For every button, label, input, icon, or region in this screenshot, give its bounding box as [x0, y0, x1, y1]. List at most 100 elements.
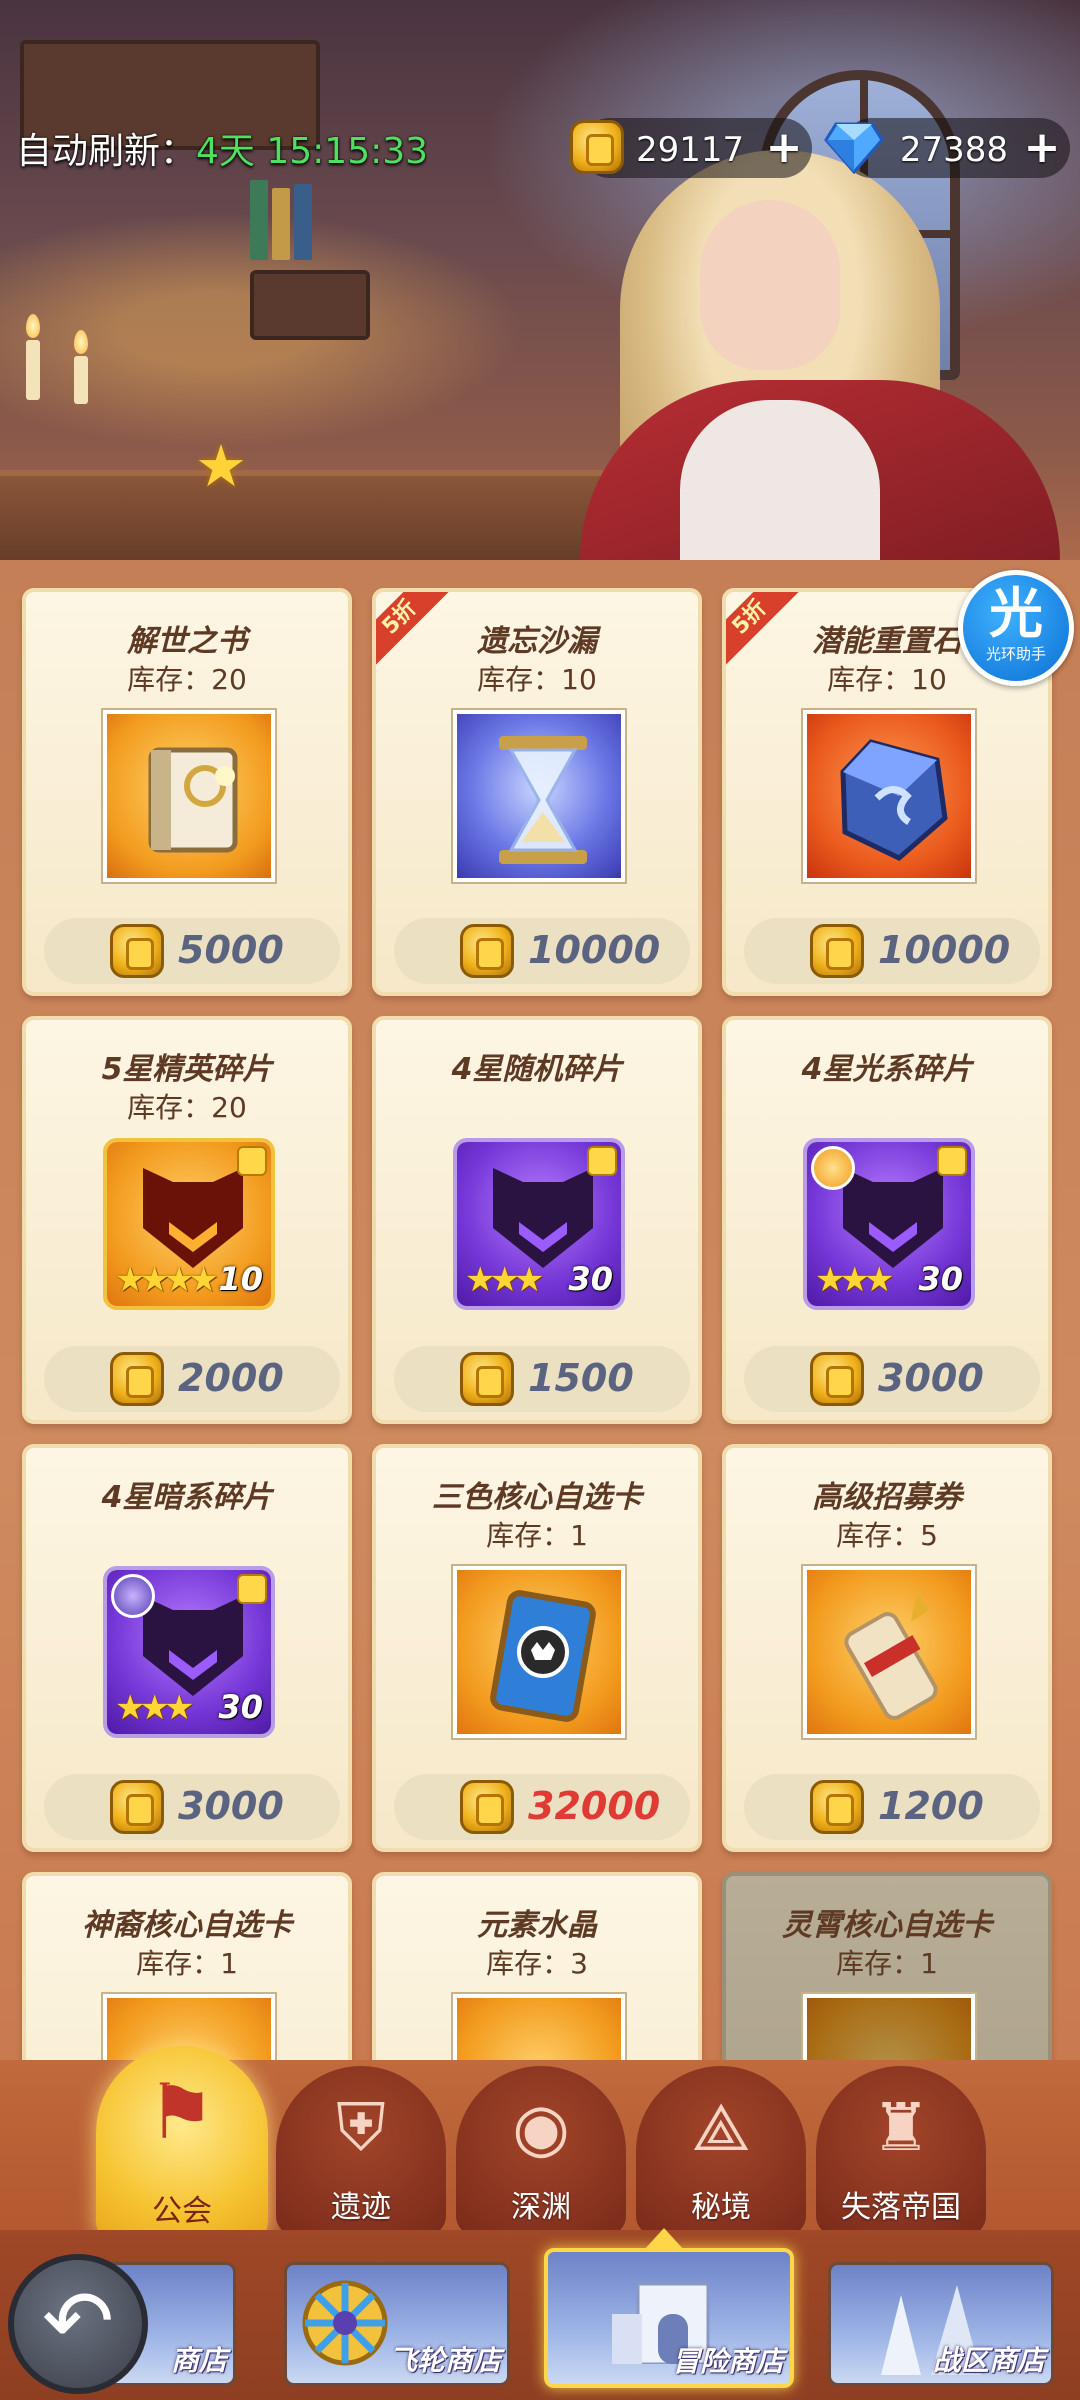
tab-label: 失落帝国 — [841, 2190, 961, 2225]
item-name: 灵霄核心自选卡 — [782, 1908, 992, 1943]
price-button[interactable]: 2000 — [44, 1346, 340, 1412]
price-button[interactable]: 1200 — [744, 1774, 1040, 1840]
add-gem-button[interactable]: + — [1022, 126, 1062, 170]
book-icon — [103, 710, 275, 882]
item-stock: 库存：3 — [486, 1947, 588, 1980]
shop-item-card[interactable]: 4星光系碎片 ★★★ 30 3000 — [722, 1016, 1052, 1424]
item-stock: 库存：1 — [486, 1519, 588, 1552]
gold-coin-icon — [110, 1352, 164, 1406]
item-price: 10000 — [878, 928, 1011, 972]
abyss-eye-icon: ◉ — [512, 2089, 570, 2166]
tab-relic[interactable]: ⛨ 遗迹 — [276, 2066, 446, 2236]
gem-amount: 27388 — [899, 130, 1008, 170]
shop-item-card[interactable]: 5星精英碎片 库存：20 ★★★★ 10 2000 — [22, 1016, 352, 1424]
shop-label: 飞轮商店 — [388, 2344, 501, 2377]
tab-guild[interactable]: ⚑ 公会 — [96, 2046, 268, 2242]
back-arrow-icon: ↶ — [41, 2272, 115, 2372]
warzone-shop-button[interactable]: 战区商店 — [828, 2262, 1054, 2386]
price-button[interactable]: 5000 — [44, 918, 340, 984]
shard-count: 30 — [568, 1260, 613, 1298]
gold-coin-icon — [460, 1780, 514, 1834]
gold-currency-display: 29117 + — [570, 118, 812, 178]
lost-empire-icon: ♜ — [871, 2089, 931, 2166]
back-button[interactable]: ↶ — [8, 2254, 148, 2394]
shelf-box — [250, 270, 370, 340]
puzzle-piece-icon — [937, 1146, 967, 1176]
hourglass-icon — [453, 710, 625, 882]
book — [250, 180, 268, 260]
book — [272, 188, 290, 260]
shop-hero-banner: ★ — [0, 0, 1080, 600]
gold-coin-icon — [810, 1352, 864, 1406]
candle — [74, 356, 88, 404]
gold-coin-icon — [110, 924, 164, 978]
item-name: 4星光系碎片 — [801, 1052, 973, 1087]
flywheel-shop-button[interactable]: 飞轮商店 — [284, 2262, 510, 2386]
crystal-stone-icon — [803, 710, 975, 882]
light-element-icon — [811, 1146, 855, 1190]
star-rating: ★★★★ — [115, 1260, 219, 1300]
price-button[interactable]: 1500 — [394, 1346, 690, 1412]
price-button[interactable]: 3000 — [44, 1774, 340, 1840]
shop-label: 战区商店 — [932, 2344, 1045, 2377]
shop-item-card[interactable]: 4星随机碎片 ★★★ 30 1500 — [372, 1016, 702, 1424]
gold-coin-icon — [570, 120, 624, 174]
item-name: 4星暗系碎片 — [101, 1480, 273, 1515]
item-price: 32000 — [528, 1784, 661, 1828]
gold-coin-icon — [460, 924, 514, 978]
assistant-label: 光 — [989, 582, 1043, 645]
tab-label: 秘境 — [691, 2190, 751, 2225]
elite-shard-icon: ★★★★ 10 — [103, 1138, 275, 1310]
shop-item-card[interactable]: 高级招募券 库存：5 1200 — [722, 1444, 1052, 1852]
tab-label: 深渊 — [511, 2190, 571, 2225]
refresh-countdown: 4天 15:15:33 — [196, 131, 429, 172]
tab-lost-empire[interactable]: ♜ 失落帝国 — [816, 2066, 986, 2236]
light-shard-icon: ★★★ 30 — [803, 1138, 975, 1310]
item-stock: 库存：5 — [836, 1519, 938, 1552]
item-price: 2000 — [178, 1356, 284, 1400]
diamond-icon — [824, 122, 884, 174]
gold-amount: 29117 — [636, 130, 745, 170]
item-name: 元素水晶 — [477, 1908, 597, 1943]
random-shard-icon: ★★★ 30 — [453, 1138, 625, 1310]
shop-label: 冒险商店 — [671, 2345, 784, 2378]
tab-secret-realm[interactable]: ⟁ 秘境 — [636, 2066, 806, 2236]
shop-item-card[interactable]: 解世之书 库存：20 5000 — [22, 588, 352, 996]
assistant-float-button[interactable]: 光 光环助手 — [958, 570, 1074, 686]
item-price: 5000 — [178, 928, 284, 972]
item-name: 神裔核心自选卡 — [82, 1908, 292, 1943]
item-stock: 库存：1 — [836, 1947, 938, 1980]
item-price: 3000 — [878, 1356, 984, 1400]
dark-shard-icon: ★★★ 30 — [103, 1566, 275, 1738]
shopkeeper-face — [700, 200, 840, 370]
adventure-shop-button[interactable]: 冒险商店 — [544, 2248, 794, 2388]
price-button[interactable]: 3000 — [744, 1346, 1040, 1412]
item-price: 1200 — [878, 1784, 984, 1828]
flywheel-icon — [302, 2280, 388, 2366]
item-price: 3000 — [178, 1784, 284, 1828]
item-price: 10000 — [528, 928, 661, 972]
auto-refresh-timer: 自动刷新：4天 15:15:33 — [16, 122, 428, 174]
price-button[interactable]: 32000 — [394, 1774, 690, 1840]
item-name: 三色核心自选卡 — [432, 1480, 642, 1515]
book — [294, 184, 312, 260]
puzzle-piece-icon — [237, 1146, 267, 1176]
core-card-icon — [453, 1566, 625, 1738]
add-gold-button[interactable]: + — [764, 126, 804, 170]
shop-label: 商店 — [170, 2344, 227, 2377]
assistant-sub-label: 光环助手 — [985, 645, 1046, 663]
shop-item-card[interactable]: 5折 遗忘沙漏 库存：10 10000 — [372, 588, 702, 996]
guild-banner-icon: ⚑ — [146, 2067, 216, 2156]
price-button[interactable]: 10000 — [394, 918, 690, 984]
gold-coin-icon — [810, 1780, 864, 1834]
shop-item-card[interactable]: 三色核心自选卡 库存：1 32000 — [372, 1444, 702, 1852]
price-button[interactable]: 10000 — [744, 918, 1040, 984]
tab-abyss[interactable]: ◉ 深渊 — [456, 2066, 626, 2236]
star-rating: ★★★ — [115, 1688, 194, 1728]
item-stock: 库存：20 — [127, 1091, 247, 1124]
shard-count: 30 — [218, 1688, 263, 1726]
shop-item-card[interactable]: 4星暗系碎片 ★★★ 30 3000 — [22, 1444, 352, 1852]
item-price: 1500 — [528, 1356, 634, 1400]
gold-coin-icon — [810, 924, 864, 978]
shard-count: 10 — [218, 1260, 263, 1298]
